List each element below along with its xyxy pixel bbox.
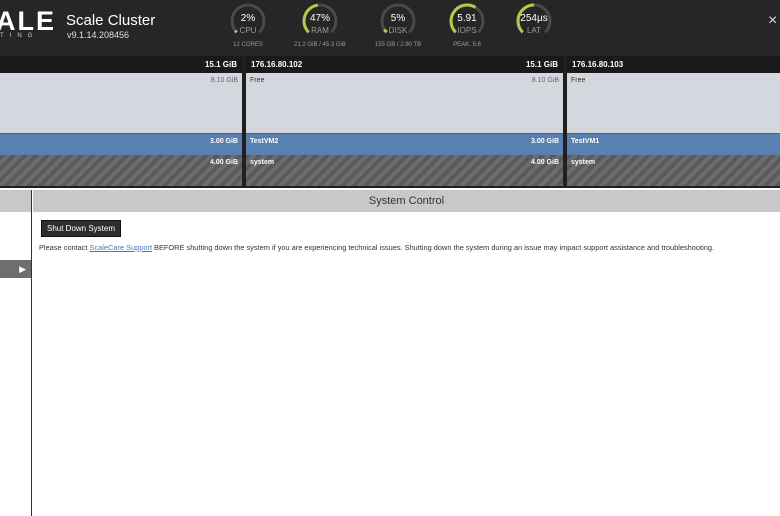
node-ip: 176.16.80.103 — [572, 60, 624, 69]
cpu-subtext: 12 CORES — [233, 42, 263, 48]
free-memory-block: 8.10 GiB — [0, 73, 242, 133]
cpu-label: CPU — [239, 26, 257, 35]
free-size: 8.10 GiB — [531, 77, 559, 84]
cluster-header: ALE TING Scale Cluster v9.1.14.208456 2%… — [0, 0, 780, 56]
scalecare-support-link[interactable]: ScaleCare Support — [90, 243, 152, 252]
shutdown-notice: Please contact ScaleCare Support BEFORE … — [39, 243, 780, 252]
node-ip: 176.16.80.102 — [251, 60, 303, 69]
notice-text-after: BEFORE shutting down the system if you a… — [152, 243, 714, 252]
system-label: system — [571, 159, 596, 166]
free-memory-block: Free — [567, 73, 780, 133]
node-capacity: 15.1 GiB — [204, 60, 237, 69]
node-header: 15.1 GiB — [0, 56, 242, 73]
sidebar-item-system-control[interactable]: ▶ — [0, 260, 31, 278]
notice-text-before: Please contact — [39, 243, 90, 252]
cluster-name: Scale Cluster — [66, 12, 156, 29]
disk-label: DISK — [388, 26, 408, 35]
system-memory-block: 4.00 GiB — [0, 155, 242, 186]
page-title: System Control — [33, 190, 780, 212]
free-label: Free — [250, 77, 265, 84]
free-label: Free — [571, 77, 586, 84]
latency-gauge[interactable]: 254µs LAT — [513, 2, 555, 52]
vm-name: TestVM2 — [250, 138, 279, 145]
system-size: 4.00 GiB — [209, 159, 238, 166]
system-size: 4.00 GiB — [530, 159, 559, 166]
left-sidebar: ▶ — [0, 190, 32, 516]
disk-value: 5% — [390, 13, 406, 24]
node-header: 176.16.80.103 — [567, 56, 780, 73]
node-card[interactable]: 15.1 GiB 8.10 GiB 3.00 GiB 4.00 GiB — [0, 56, 242, 186]
logo-subtext: TING — [0, 33, 39, 39]
ram-label: RAM — [311, 26, 329, 35]
cpu-value: 2% — [240, 13, 256, 24]
play-arrow-icon: ▶ — [19, 264, 26, 274]
vm-name: TestVM1 — [571, 138, 600, 145]
node-capacity: 15.1 GiB — [525, 60, 558, 69]
system-memory-block: system 4.00 GiB — [246, 155, 563, 186]
iops-label: IOPS — [457, 26, 477, 35]
iops-subtext: PEAK: 9.6 — [453, 42, 481, 48]
node-strip: 15.1 GiB 8.10 GiB 3.00 GiB 4.00 GiB 176.… — [0, 56, 780, 188]
close-icon[interactable]: × — [768, 12, 777, 30]
cluster-version: v9.1.14.208456 — [67, 30, 130, 40]
node-card[interactable]: 176.16.80.103 Free TestVM1 system — [567, 56, 780, 186]
latency-label: LAT — [526, 26, 542, 35]
vm-size: 3.00 GiB — [209, 138, 238, 145]
vm-memory-block[interactable]: TestVM2 3.00 GiB — [246, 133, 563, 155]
iops-value: 5.91 — [457, 13, 477, 24]
latency-value: 254µs — [520, 13, 548, 24]
node-card[interactable]: 176.16.80.102 15.1 GiB Free 8.10 GiB Tes… — [246, 56, 563, 186]
system-label: system — [250, 159, 275, 166]
vm-memory-block[interactable]: 3.00 GiB — [0, 133, 242, 155]
free-memory-block: Free 8.10 GiB — [246, 73, 563, 133]
shut-down-system-button[interactable]: Shut Down System — [41, 220, 121, 237]
node-header: 176.16.80.102 15.1 GiB — [246, 56, 563, 73]
system-memory-block: system — [567, 155, 780, 186]
sidebar-header — [0, 190, 31, 212]
disk-subtext: 155 GB / 2.90 TB — [374, 42, 422, 48]
free-size: 8.10 GiB — [210, 77, 238, 84]
ram-value: 47% — [309, 13, 330, 24]
vm-memory-block[interactable]: TestVM1 — [567, 133, 780, 155]
ram-subtext: 21.2 GiB / 45.3 GiB — [294, 42, 346, 48]
vm-size: 3.00 GiB — [530, 138, 559, 145]
